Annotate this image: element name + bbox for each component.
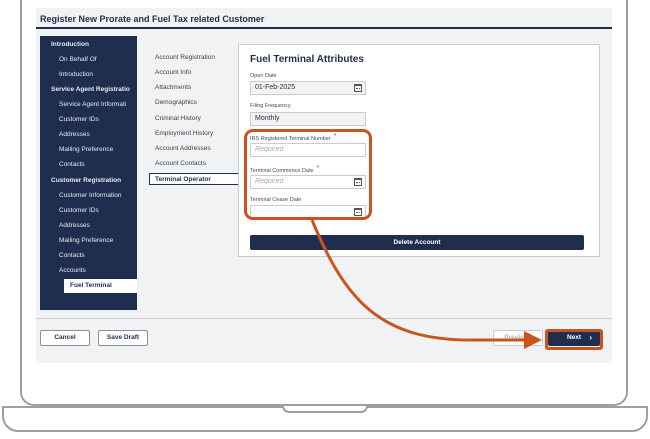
annotation-arrow-path bbox=[310, 219, 542, 349]
annotation-arrow bbox=[310, 219, 542, 349]
